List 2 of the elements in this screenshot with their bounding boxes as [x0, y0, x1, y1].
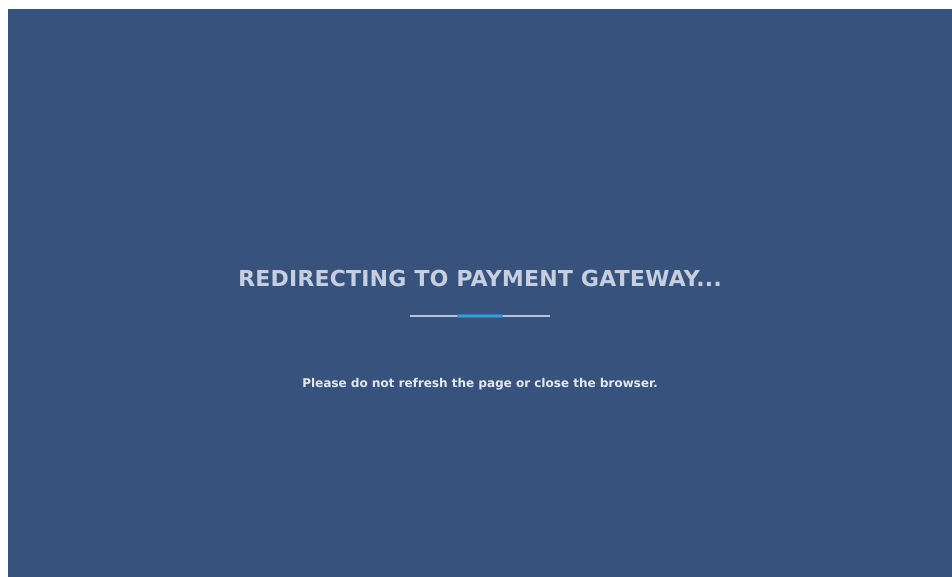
- message: Please do not refresh the page or close the browser.: [302, 376, 658, 390]
- heading: REDIRECTING TO PAYMENT GATEWAY...: [238, 267, 722, 292]
